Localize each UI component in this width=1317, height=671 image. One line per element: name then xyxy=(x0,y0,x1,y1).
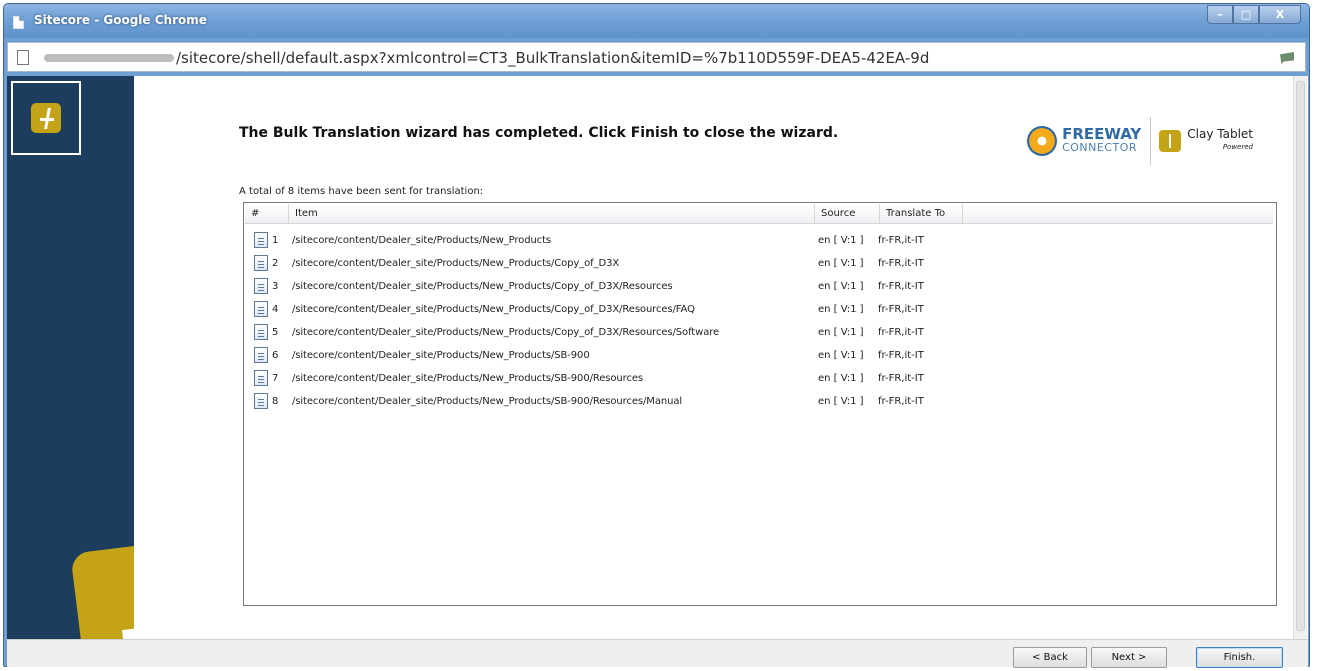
document-icon xyxy=(254,393,268,409)
item-path: /sitecore/content/Dealer_site/Products/N… xyxy=(292,257,620,269)
clay-tablet-logo: Clay Tablet Powered xyxy=(1187,128,1253,154)
item-number: 4 xyxy=(272,303,279,315)
freeway-icon xyxy=(1027,126,1058,156)
item-translate-to: fr-FR,it-IT xyxy=(878,395,924,407)
wizard-footer: < Back Next > Finish. xyxy=(7,639,1308,668)
minimize-button[interactable]: – xyxy=(1207,5,1233,24)
item-number: 5 xyxy=(272,326,279,338)
finish-button[interactable]: Finish. xyxy=(1196,647,1283,668)
back-button[interactable]: < Back xyxy=(1013,647,1087,668)
column-header-number[interactable]: # xyxy=(245,204,289,223)
list-item[interactable]: 5 /sitecore/content/Dealer_site/Products… xyxy=(254,322,1264,342)
document-icon xyxy=(254,324,268,340)
clay-tablet-watermark-icon xyxy=(70,539,134,639)
document-icon xyxy=(254,232,268,248)
item-path: /sitecore/content/Dealer_site/Products/N… xyxy=(292,303,695,315)
browser-window: Sitecore - Google Chrome – □ X /sitecore… xyxy=(3,3,1310,668)
list-item[interactable]: 8 /sitecore/content/Dealer_site/Products… xyxy=(254,391,1264,411)
item-translate-to: fr-FR,it-IT xyxy=(878,234,924,246)
brand-logos: FREEWAY CONNECTOR Clay Tablet Powered xyxy=(1027,115,1253,167)
column-header-translate-to[interactable]: Translate To xyxy=(880,204,963,223)
maximize-button[interactable]: □ xyxy=(1233,5,1259,24)
item-path: /sitecore/content/Dealer_site/Products/N… xyxy=(292,280,673,292)
item-source: en [ V:1 ] xyxy=(818,349,864,361)
item-path: /sitecore/content/Dealer_site/Products/N… xyxy=(292,372,644,384)
document-icon xyxy=(254,301,268,317)
item-translate-to: fr-FR,it-IT xyxy=(878,349,924,361)
item-source: en [ V:1 ] xyxy=(818,395,864,407)
freeway-logo: FREEWAY CONNECTOR xyxy=(1062,127,1141,155)
clay-tablet-title: Clay Tablet xyxy=(1187,127,1253,141)
title-bar: Sitecore - Google Chrome – □ X xyxy=(4,4,1309,38)
close-button[interactable]: X xyxy=(1259,5,1301,24)
redacted-host xyxy=(44,54,174,62)
address-bar[interactable]: /sitecore/shell/default.aspx?xmlcontrol=… xyxy=(7,42,1306,72)
column-header-filler xyxy=(963,204,1273,223)
item-path: /sitecore/content/Dealer_site/Products/N… xyxy=(292,326,720,338)
document-icon xyxy=(254,255,268,271)
item-path: /sitecore/content/Dealer_site/Products/N… xyxy=(292,234,552,246)
document-icon xyxy=(254,370,268,386)
page-icon xyxy=(13,16,24,29)
clay-tablet-icon xyxy=(1159,130,1182,152)
summary-text: A total of 8 items have been sent for tr… xyxy=(239,186,484,197)
list-item[interactable]: 7 /sitecore/content/Dealer_site/Products… xyxy=(254,368,1264,388)
clay-tablet-subtitle: Powered xyxy=(1222,143,1253,151)
list-item[interactable]: 1 /sitecore/content/Dealer_site/Products… xyxy=(254,230,1264,250)
item-number: 7 xyxy=(272,372,279,384)
list-header: # Item Source Translate To xyxy=(245,204,1273,224)
page-icon xyxy=(17,50,29,65)
item-source: en [ V:1 ] xyxy=(818,280,864,292)
freeway-title: FREEWAY xyxy=(1062,125,1142,143)
list-item[interactable]: 2 /sitecore/content/Dealer_site/Products… xyxy=(254,253,1264,273)
item-source: en [ V:1 ] xyxy=(818,326,864,338)
window-title: Sitecore - Google Chrome xyxy=(34,13,207,27)
wizard-heading: The Bulk Translation wizard has complete… xyxy=(239,125,839,141)
item-number: 8 xyxy=(272,395,279,407)
list-item[interactable]: 6 /sitecore/content/Dealer_site/Products… xyxy=(254,345,1264,365)
list-item[interactable]: 4 /sitecore/content/Dealer_site/Products… xyxy=(254,299,1264,319)
extension-icon[interactable] xyxy=(1280,52,1294,64)
items-list[interactable]: # Item Source Translate To 1 /sitecore/c… xyxy=(243,202,1277,606)
brand-divider xyxy=(1150,117,1152,165)
vertical-scrollbar[interactable] xyxy=(1293,76,1307,639)
scrollbar-thumb[interactable] xyxy=(1296,81,1305,631)
item-source: en [ V:1 ] xyxy=(818,303,864,315)
item-translate-to: fr-FR,it-IT xyxy=(878,257,924,269)
list-item[interactable]: 3 /sitecore/content/Dealer_site/Products… xyxy=(254,276,1264,296)
item-source: en [ V:1 ] xyxy=(818,234,864,246)
item-path: /sitecore/content/Dealer_site/Products/N… xyxy=(292,349,590,361)
item-number: 2 xyxy=(272,257,279,269)
item-number: 3 xyxy=(272,280,279,292)
item-translate-to: fr-FR,it-IT xyxy=(878,303,924,315)
document-icon xyxy=(254,347,268,363)
window-controls: – □ X xyxy=(1207,5,1301,24)
item-source: en [ V:1 ] xyxy=(818,257,864,269)
item-translate-to: fr-FR,it-IT xyxy=(878,372,924,384)
item-path: /sitecore/content/Dealer_site/Products/N… xyxy=(292,395,683,407)
page-content: The Bulk Translation wizard has complete… xyxy=(7,76,1308,668)
sidebar xyxy=(7,76,134,639)
item-source: en [ V:1 ] xyxy=(818,372,864,384)
next-button[interactable]: Next > xyxy=(1091,647,1167,668)
item-translate-to: fr-FR,it-IT xyxy=(878,326,924,338)
document-icon xyxy=(254,278,268,294)
item-translate-to: fr-FR,it-IT xyxy=(878,280,924,292)
column-header-item[interactable]: Item xyxy=(289,204,815,223)
url-text[interactable]: /sitecore/shell/default.aspx?xmlcontrol=… xyxy=(176,49,929,67)
item-number: 6 xyxy=(272,349,279,361)
item-number: 1 xyxy=(272,234,279,246)
clay-tablet-icon xyxy=(31,103,61,133)
clay-tablet-logo xyxy=(11,81,81,155)
freeway-subtitle: CONNECTOR xyxy=(1062,141,1138,154)
column-header-source[interactable]: Source xyxy=(815,204,880,223)
